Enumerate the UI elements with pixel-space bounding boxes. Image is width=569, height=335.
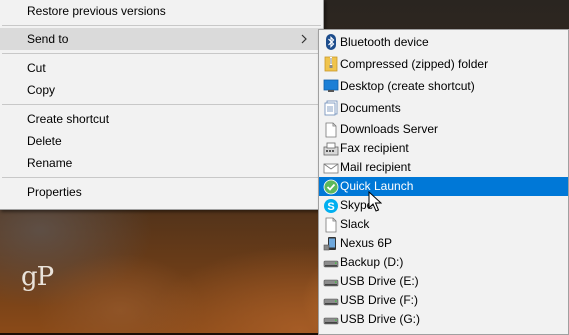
menu-separator: [2, 53, 321, 54]
menu-separator: [2, 177, 321, 178]
send-to-item-label: Documents: [340, 101, 401, 115]
menu-item-label: Send to: [27, 32, 69, 46]
send-to-item-label: Nexus 6P: [340, 236, 393, 250]
send-to-item-label: Mail recipient: [340, 160, 411, 174]
send-to-item-downloads-server[interactable]: Downloads Server: [319, 120, 568, 139]
send-to-item-label: USB Drive (G:): [340, 312, 421, 326]
desktop-icon: [323, 79, 339, 92]
menu-item-rename[interactable]: Rename: [0, 152, 323, 174]
drive-icon: [323, 317, 339, 325]
send-to-item-desktop[interactable]: Desktop (create shortcut): [319, 75, 568, 97]
menu-item-label: Create shortcut: [27, 112, 110, 126]
menu-item-create-shortcut[interactable]: Create shortcut: [0, 108, 323, 130]
menu-separator: [2, 104, 321, 105]
documents-icon: [324, 100, 338, 116]
send-to-item-label: Slack: [340, 217, 370, 231]
send-to-item-label: Compressed (zipped) folder: [340, 57, 489, 71]
phone-icon: [323, 237, 336, 251]
bluetooth-icon: [326, 34, 336, 50]
drive-icon: [323, 279, 339, 287]
skype-icon: S: [324, 199, 338, 213]
send-to-item-skype[interactable]: S Skype: [319, 196, 568, 215]
checkmark-icon: [323, 179, 339, 195]
send-to-item-label: Desktop (create shortcut): [340, 79, 475, 93]
send-to-item-usb-drive-g[interactable]: USB Drive (G:): [319, 310, 568, 329]
send-to-item-label: Fax recipient: [340, 141, 409, 155]
mail-icon: [323, 163, 339, 174]
menu-item-cut[interactable]: Cut: [0, 57, 323, 79]
svg-text:S: S: [327, 201, 334, 213]
send-to-item-fax-recipient[interactable]: Fax recipient: [319, 139, 568, 158]
send-to-item-label: Bluetooth device: [340, 35, 429, 49]
send-to-submenu: Bluetooth device Compressed (zipped) fol…: [318, 29, 569, 335]
fax-icon: [323, 142, 339, 156]
send-to-item-usb-drive-e[interactable]: USB Drive (E:): [319, 272, 568, 291]
send-to-item-mail-recipient[interactable]: Mail recipient: [319, 158, 568, 177]
send-to-item-documents[interactable]: Documents: [319, 97, 568, 119]
menu-item-label: Rename: [27, 156, 73, 170]
menu-item-label: Properties: [27, 185, 82, 199]
send-to-item-bluetooth[interactable]: Bluetooth device: [319, 31, 568, 53]
file-icon: [325, 122, 337, 138]
send-to-item-slack[interactable]: Slack: [319, 215, 568, 234]
file-icon: [325, 217, 337, 233]
send-to-item-backup-d[interactable]: Backup (D:): [319, 253, 568, 272]
watermark-logo: gP: [21, 262, 54, 292]
drive-icon: [323, 298, 339, 306]
menu-item-properties[interactable]: Properties: [0, 181, 323, 203]
menu-item-send-to[interactable]: Send to: [0, 28, 323, 50]
menu-item-copy[interactable]: Copy: [0, 79, 323, 101]
send-to-item-usb-drive-f[interactable]: USB Drive (F:): [319, 291, 568, 310]
menu-item-label: Cut: [27, 61, 46, 75]
send-to-item-label: Backup (D:): [340, 255, 404, 269]
menu-item-delete[interactable]: Delete: [0, 130, 323, 152]
drive-icon: [323, 260, 339, 268]
menu-separator: [2, 25, 321, 26]
send-to-item-label: USB Drive (F:): [340, 293, 418, 307]
menu-item-label: Restore previous versions: [27, 4, 166, 18]
mouse-pointer-icon: [368, 191, 382, 212]
menu-item-label: Delete: [27, 134, 62, 148]
send-to-item-label: Downloads Server: [340, 122, 439, 136]
send-to-item-compressed-folder[interactable]: Compressed (zipped) folder: [319, 53, 568, 75]
send-to-item-quick-launch[interactable]: Quick Launch: [319, 177, 568, 196]
send-to-item-nexus-6p[interactable]: Nexus 6P: [319, 234, 568, 253]
context-menu: Restore previous versions Send to Cut Co…: [0, 0, 324, 210]
chevron-right-icon: [301, 34, 307, 44]
send-to-item-label: USB Drive (E:): [340, 274, 419, 288]
zip-folder-icon: [324, 56, 338, 72]
menu-item-restore-previous-versions[interactable]: Restore previous versions: [0, 0, 323, 22]
menu-item-label: Copy: [27, 83, 56, 97]
